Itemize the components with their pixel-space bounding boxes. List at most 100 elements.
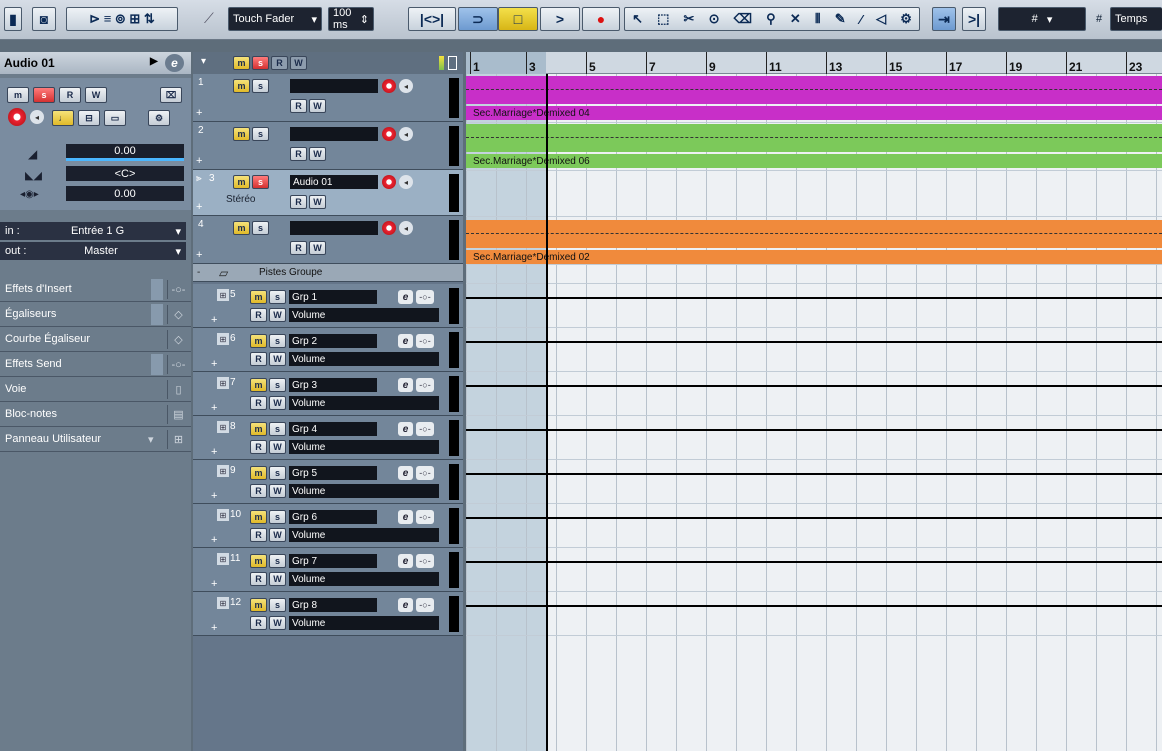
expand-icon[interactable]: +	[211, 578, 217, 590]
track-name[interactable]: Grp 8	[289, 598, 377, 612]
expand-icon[interactable]: +	[211, 358, 217, 370]
mute-icon[interactable]: ✕	[790, 11, 801, 27]
group-track-row[interactable]: ⊞ 7 m s Grp 3 e -○- R W Volume +	[193, 372, 463, 416]
bypass-icon[interactable]: -○-	[416, 422, 434, 436]
read-button[interactable]: R	[290, 147, 307, 161]
write-button[interactable]: W	[269, 528, 286, 542]
monitor-button[interactable]: ◂	[399, 127, 413, 141]
tracklist-menu-icon[interactable]: ▾	[201, 56, 206, 67]
dropdown-icon[interactable]: ▾	[148, 433, 154, 446]
range-icon[interactable]: ⬚	[657, 11, 669, 27]
expand-icon[interactable]: +	[196, 201, 202, 213]
expand-icon[interactable]: +	[211, 446, 217, 458]
ruler[interactable]: 1 3 5 7 9 11 13 15 17 19 21 23	[466, 52, 1162, 74]
bypass-icon[interactable]: -○-	[416, 334, 434, 348]
monitor-button[interactable]: ◂	[399, 175, 413, 189]
read-button[interactable]: R	[250, 352, 267, 366]
delay-display[interactable]: 0.00	[66, 186, 184, 201]
mute-button[interactable]: m	[250, 466, 267, 480]
record-enable-button[interactable]	[382, 221, 396, 235]
locate-buttons[interactable]: |<>|	[408, 7, 456, 31]
edit-channel-button[interactable]: e	[398, 422, 413, 436]
input-routing-select[interactable]: in : Entrée 1 G ▾	[0, 222, 186, 240]
write-button[interactable]: W	[85, 87, 107, 103]
track-row[interactable]: 1 m s ◂ R W +	[193, 74, 463, 122]
edit-channel-button[interactable]: e	[398, 378, 413, 392]
group-track-row[interactable]: ⊞ 5 m s Grp 1 e -○- R W Volume +	[193, 284, 463, 328]
track-name[interactable]: Grp 4	[289, 422, 377, 436]
solo-button[interactable]: s	[252, 221, 269, 235]
expand-icon[interactable]: +	[196, 249, 202, 261]
record-enable-button[interactable]	[382, 79, 396, 93]
read-button[interactable]: R	[250, 616, 267, 630]
track-name[interactable]	[290, 79, 378, 93]
global-read-button[interactable]: R	[271, 56, 288, 70]
group-track-row[interactable]: ⊞ 11 m s Grp 7 e -○- R W Volume +	[193, 548, 463, 592]
track-name[interactable]	[290, 127, 378, 141]
snap-icon[interactable]: >|	[962, 7, 986, 31]
write-button[interactable]: W	[309, 99, 326, 113]
track-colors-icon[interactable]	[439, 56, 444, 70]
track-name[interactable]	[290, 221, 378, 235]
track-name[interactable]: Grp 2	[289, 334, 377, 348]
group-track-row[interactable]: ⊞ 10 m s Grp 6 e -○- R W Volume +	[193, 504, 463, 548]
read-button[interactable]: R	[290, 99, 307, 113]
solo-button[interactable]: s	[252, 175, 269, 189]
read-button[interactable]: R	[290, 195, 307, 209]
line-icon[interactable]: ⁄	[860, 12, 862, 27]
monitor-button[interactable]: ◂	[30, 110, 44, 124]
automation-line[interactable]	[466, 429, 1162, 431]
user-panel-icon[interactable]: ⊞	[167, 430, 189, 449]
grid-type-select[interactable]: Temps	[1110, 7, 1162, 31]
solo-button[interactable]: s	[269, 510, 286, 524]
mute-button[interactable]: m	[233, 79, 250, 93]
section-send-effects[interactable]: Effets Send -○-	[0, 352, 191, 377]
bypass-icon[interactable]: -○-	[416, 466, 434, 480]
global-write-button[interactable]: W	[290, 56, 307, 70]
solo-button[interactable]: s	[269, 378, 286, 392]
mute-button[interactable]: m	[233, 175, 250, 189]
read-button[interactable]: R	[250, 528, 267, 542]
solo-button[interactable]: s	[252, 79, 269, 93]
expand-icon[interactable]: +	[211, 622, 217, 634]
track-name[interactable]: Grp 7	[289, 554, 377, 568]
write-button[interactable]: W	[269, 440, 286, 454]
inspector-title-bar[interactable]: Audio 01 ▶ e	[0, 52, 191, 74]
group-track-row[interactable]: ⊞ 12 m s Grp 8 e -○- R W Volume +	[193, 592, 463, 636]
automation-parameter[interactable]: Volume	[289, 440, 439, 454]
group-track-row[interactable]: ⊞ 6 m s Grp 2 e -○- R W Volume +	[193, 328, 463, 372]
track-name[interactable]: Audio 01	[290, 175, 378, 189]
tools-group[interactable]: ↖ ⬚ ✂ ⊙ ⌫ ⚲ ✕ ⦀ ✎ ⁄ ◁ ⚙	[624, 7, 920, 31]
record-button[interactable]: ●	[582, 7, 620, 31]
automation-line[interactable]	[466, 517, 1162, 519]
read-button[interactable]: R	[250, 396, 267, 410]
mute-button[interactable]: m	[250, 554, 267, 568]
mute-button[interactable]: m	[250, 510, 267, 524]
write-button[interactable]: W	[309, 195, 326, 209]
automation-line[interactable]	[466, 605, 1162, 607]
write-button[interactable]: W	[309, 147, 326, 161]
expand-icon[interactable]: +	[211, 534, 217, 546]
mute-button[interactable]: m	[250, 334, 267, 348]
pointer-icon[interactable]: ↖	[632, 11, 643, 27]
audio-part[interactable]: Sec.Marriage*Demixed 06	[466, 124, 1162, 168]
notepad-icon[interactable]: ▤	[167, 405, 189, 424]
monitor-button[interactable]: ◂	[399, 221, 413, 235]
solo-button[interactable]: s	[269, 334, 286, 348]
write-button[interactable]: W	[269, 352, 286, 366]
track-name[interactable]: Grp 3	[289, 378, 377, 392]
record-enable-button[interactable]	[382, 127, 396, 141]
record-enable-button[interactable]	[382, 175, 396, 189]
track-name[interactable]: Grp 5	[289, 466, 377, 480]
solo-button[interactable]: s	[252, 127, 269, 141]
autoscroll-icon[interactable]: ⇥	[932, 7, 956, 31]
cycle-button[interactable]: ⊃	[458, 7, 498, 31]
global-mute-button[interactable]: m	[233, 56, 250, 70]
read-button[interactable]: R	[250, 308, 267, 322]
edit-channel-button[interactable]: e	[398, 554, 413, 568]
global-solo-button[interactable]: s	[252, 56, 269, 70]
edit-channel-button[interactable]: e	[398, 290, 413, 304]
section-eq-curve[interactable]: Courbe Égaliseur ◇	[0, 327, 191, 352]
lock-icon[interactable]: ⊟	[78, 110, 100, 126]
section-equalizers[interactable]: Égaliseurs ◇	[0, 302, 191, 327]
